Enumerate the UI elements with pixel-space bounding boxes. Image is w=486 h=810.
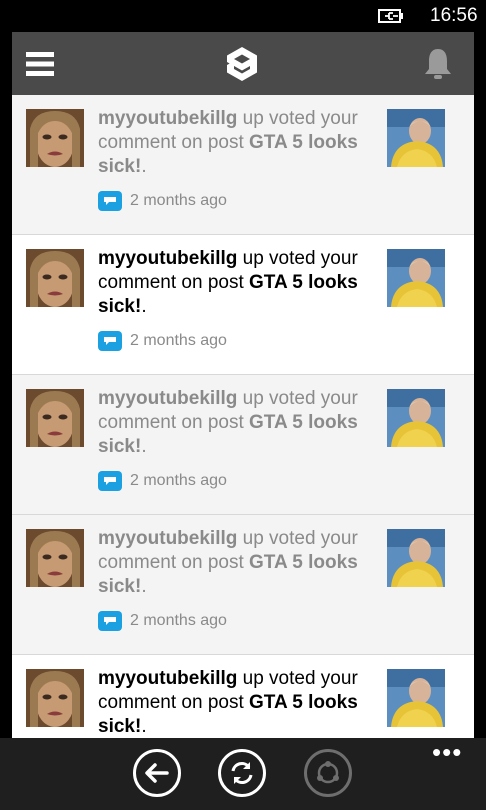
9gag-logo-icon[interactable] [224, 46, 260, 82]
notification-message: myyoutubekillg up voted your comment on … [98, 667, 378, 738]
notification-item[interactable]: myyoutubekillg up voted your comment on … [12, 95, 474, 235]
notification-item[interactable]: myyoutubekillg up voted your comment on … [12, 655, 474, 738]
post-thumbnail[interactable] [387, 109, 445, 167]
comment-bubble-icon [98, 471, 122, 491]
notification-message: myyoutubekillg up voted your comment on … [98, 247, 378, 319]
notification-item[interactable]: myyoutubekillg up voted your comment on … [12, 515, 474, 655]
username[interactable]: myyoutubekillg [98, 668, 237, 689]
timestamp: 2 months ago [130, 612, 227, 629]
bell-icon[interactable] [423, 47, 453, 81]
message-end: . [141, 156, 147, 177]
avatar[interactable] [26, 249, 84, 307]
message-end: . [141, 436, 147, 457]
avatar[interactable] [26, 109, 84, 167]
message-end: . [141, 576, 147, 597]
timestamp: 2 months ago [130, 332, 227, 349]
message-end: . [141, 296, 147, 317]
refresh-button[interactable] [218, 749, 266, 797]
notification-item[interactable]: myyoutubekillg up voted your comment on … [12, 375, 474, 515]
share-button[interactable] [304, 749, 352, 797]
timestamp: 2 months ago [130, 192, 227, 209]
notification-message: myyoutubekillg up voted your comment on … [98, 387, 378, 459]
status-bar: 16:56 [0, 0, 486, 32]
username[interactable]: myyoutubekillg [98, 388, 237, 409]
avatar[interactable] [26, 669, 84, 727]
post-thumbnail[interactable] [387, 669, 445, 727]
username[interactable]: myyoutubekillg [98, 248, 237, 269]
comment-bubble-icon [98, 611, 122, 631]
post-thumbnail[interactable] [387, 529, 445, 587]
comment-bubble-icon [98, 191, 122, 211]
app-bar: ••• [0, 738, 486, 810]
username[interactable]: myyoutubekillg [98, 528, 237, 549]
back-arrow-icon [145, 763, 169, 783]
hamburger-menu-icon[interactable] [26, 51, 54, 77]
avatar[interactable] [26, 529, 84, 587]
notification-item[interactable]: myyoutubekillg up voted your comment on … [12, 235, 474, 375]
comment-bubble-icon [98, 331, 122, 351]
notification-message: myyoutubekillg up voted your comment on … [98, 107, 378, 179]
share-icon [317, 761, 339, 784]
notification-list[interactable]: myyoutubekillg up voted your comment on … [12, 95, 474, 738]
message-end: . [141, 716, 147, 737]
post-thumbnail[interactable] [387, 389, 445, 447]
more-dots-icon[interactable]: ••• [432, 739, 462, 765]
status-clock: 16:56 [430, 5, 478, 26]
username[interactable]: myyoutubekillg [98, 108, 237, 129]
battery-charging-icon [378, 9, 403, 23]
refresh-icon [231, 762, 253, 784]
avatar[interactable] [26, 389, 84, 447]
timestamp: 2 months ago [130, 472, 227, 489]
notification-message: myyoutubekillg up voted your comment on … [98, 527, 378, 599]
app-window: myyoutubekillg up voted your comment on … [12, 32, 474, 738]
back-button[interactable] [133, 749, 181, 797]
top-bar [12, 32, 474, 96]
post-thumbnail[interactable] [387, 249, 445, 307]
